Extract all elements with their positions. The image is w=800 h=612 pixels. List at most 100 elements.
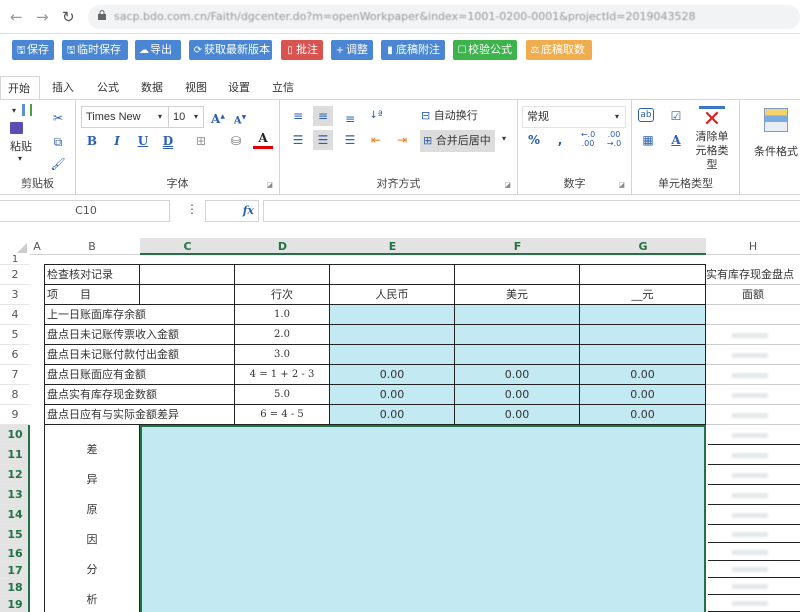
cell-b2[interactable]: 检查核对记录 [45, 265, 140, 285]
decrease-indent-icon[interactable]: ⇤ [366, 130, 386, 150]
temp-save-button[interactable]: 🖫 临时保存 [62, 40, 128, 60]
row-header-15[interactable]: 15 [0, 525, 30, 545]
row-header-6[interactable]: 6 [0, 345, 30, 365]
cell-f7[interactable]: 0.00 [455, 365, 580, 385]
cell-d8[interactable]: 5.0 [235, 385, 330, 405]
bold-icon[interactable]: B [82, 131, 102, 151]
cell-h18[interactable] [708, 578, 800, 595]
cell-b5[interactable]: 盘点日未记账传票收入金额 [45, 325, 235, 345]
checkbox-cell-icon[interactable]: ☑ [666, 106, 686, 126]
cell-f6[interactable] [455, 345, 580, 365]
text-direction-icon[interactable]: ↓ª [366, 106, 386, 126]
chevron-down-icon[interactable]: ▾ [502, 134, 506, 143]
cell-g2[interactable] [580, 265, 706, 285]
back-icon[interactable]: ← [10, 8, 23, 26]
align-top-icon[interactable]: ≡ [288, 106, 308, 126]
address-bar[interactable]: sacp.bdo.com.cn/Faith/dgcenter.do?m=open… [88, 5, 800, 29]
column-header-h[interactable]: H [706, 238, 800, 255]
row-header-12[interactable]: 12 [0, 465, 30, 485]
fill-color-icon[interactable]: ⛁ [226, 131, 246, 151]
format-painter-icon[interactable]: 🖌 [48, 154, 68, 174]
clear-cell-type-button[interactable]: ✕ 清除单元格类型 [692, 106, 732, 172]
export-button[interactable]: ☁导出 [135, 40, 181, 60]
cell-h16[interactable] [708, 543, 800, 561]
get-latest-version-button[interactable]: ⟳ 获取最新版本 [189, 40, 272, 60]
cell-d4[interactable]: 1.0 [235, 305, 330, 325]
decrease-font-icon[interactable]: A▼ [230, 108, 250, 128]
cell-h17[interactable] [708, 561, 800, 578]
cell-b9[interactable]: 盘点日应有与实际金额差异 [45, 405, 235, 425]
italic-icon[interactable]: I [107, 131, 127, 151]
name-box[interactable]: C10 [0, 200, 170, 222]
cell-h5[interactable] [706, 325, 800, 345]
cell-e3[interactable]: 人民币 [330, 285, 455, 305]
cell-h6[interactable] [706, 345, 800, 365]
cell-d9[interactable]: 6 = 4 - 5 [235, 405, 330, 425]
column-header-f[interactable]: F [455, 238, 580, 255]
forward-icon[interactable]: → [36, 8, 49, 26]
row-header-2[interactable]: 2 [0, 265, 30, 285]
column-header-b[interactable]: B [44, 238, 140, 255]
column-header-c[interactable]: C [140, 238, 235, 255]
cell-b10-analysis-label[interactable]: 差 异 原 因 分 析 [45, 425, 140, 612]
column-header-d[interactable]: D [235, 238, 330, 255]
tab-view[interactable]: 视图 [178, 76, 214, 100]
more-options-icon[interactable]: ⋮ [186, 202, 198, 216]
column-header-a[interactable]: A [30, 238, 44, 255]
cell-b6[interactable]: 盘点日未记账付款付出金额 [45, 345, 235, 365]
number-format-select[interactable]: 常规 ▾ [522, 106, 626, 128]
cell-e4[interactable] [330, 305, 455, 325]
cell-f2[interactable] [455, 265, 580, 285]
cell-d7[interactable]: 4 = 1 + 2 - 3 [235, 365, 330, 385]
reload-icon[interactable]: ↻ [62, 8, 75, 26]
percent-icon[interactable]: % [524, 130, 544, 150]
align-middle-icon[interactable]: ≡ [313, 106, 333, 126]
row-header-19[interactable]: 19 [0, 596, 30, 612]
cell-g3[interactable]: __元 [580, 285, 706, 305]
row-header-5[interactable]: 5 [0, 325, 30, 345]
cell-h7[interactable] [706, 365, 800, 385]
cell-e7[interactable]: 0.00 [330, 365, 455, 385]
cell-h10[interactable] [708, 425, 800, 445]
wrap-text-button[interactable]: ⊟ 自动换行 [421, 106, 478, 126]
cell-f8[interactable]: 0.00 [455, 385, 580, 405]
row-header-14[interactable]: 14 [0, 505, 30, 525]
row-header-17[interactable]: 17 [0, 562, 30, 579]
cell-h19[interactable] [708, 595, 800, 612]
cell-b8[interactable]: 盘点实有库存现金数额 [45, 385, 235, 405]
cell-h12[interactable] [708, 465, 800, 485]
increase-font-icon[interactable]: A▲ [208, 107, 228, 127]
cell-c10-analysis-input[interactable] [140, 425, 706, 612]
align-right-icon[interactable]: ☰ [340, 130, 360, 150]
row-header-13[interactable]: 13 [0, 485, 30, 505]
increase-indent-icon[interactable]: ⇥ [392, 130, 412, 150]
cell-g5[interactable] [580, 325, 706, 345]
cell-f3[interactable]: 美元 [455, 285, 580, 305]
align-left-icon[interactable]: ☰ [288, 130, 308, 150]
cell-g9[interactable]: 0.00 [580, 405, 706, 425]
row-header-7[interactable]: 7 [0, 365, 30, 385]
row-header-3[interactable]: 3 [0, 285, 30, 305]
dialog-launcher-icon[interactable]: ◪ [618, 181, 625, 189]
formula-input[interactable] [263, 200, 800, 222]
cell-g8[interactable]: 0.00 [580, 385, 706, 405]
increase-decimal-icon[interactable]: ←.0.00 [578, 130, 598, 150]
cell-f5[interactable] [455, 325, 580, 345]
hyperlink-cell-icon[interactable]: A [666, 130, 686, 150]
column-header-g[interactable]: G [580, 238, 706, 255]
textbox-cell-icon[interactable]: ab [638, 108, 654, 122]
underline-icon[interactable]: U [133, 131, 153, 151]
row-header-10[interactable]: 10 [0, 425, 30, 445]
cell-c2[interactable] [140, 265, 235, 285]
align-bottom-icon[interactable]: ≡ [340, 109, 360, 129]
cell-h9[interactable] [706, 405, 800, 425]
tab-settings[interactable]: 设置 [221, 76, 257, 100]
validate-formula-button[interactable]: ☐ 校验公式 [453, 40, 517, 60]
row-header-18[interactable]: 18 [0, 579, 30, 596]
cell-d3[interactable]: 行次 [235, 285, 330, 305]
tab-data[interactable]: 数据 [134, 76, 170, 100]
align-center-icon[interactable]: ☰ [313, 130, 333, 150]
cell-d2[interactable] [235, 265, 330, 285]
cell-e5[interactable] [330, 325, 455, 345]
cell-h8[interactable] [706, 385, 800, 405]
